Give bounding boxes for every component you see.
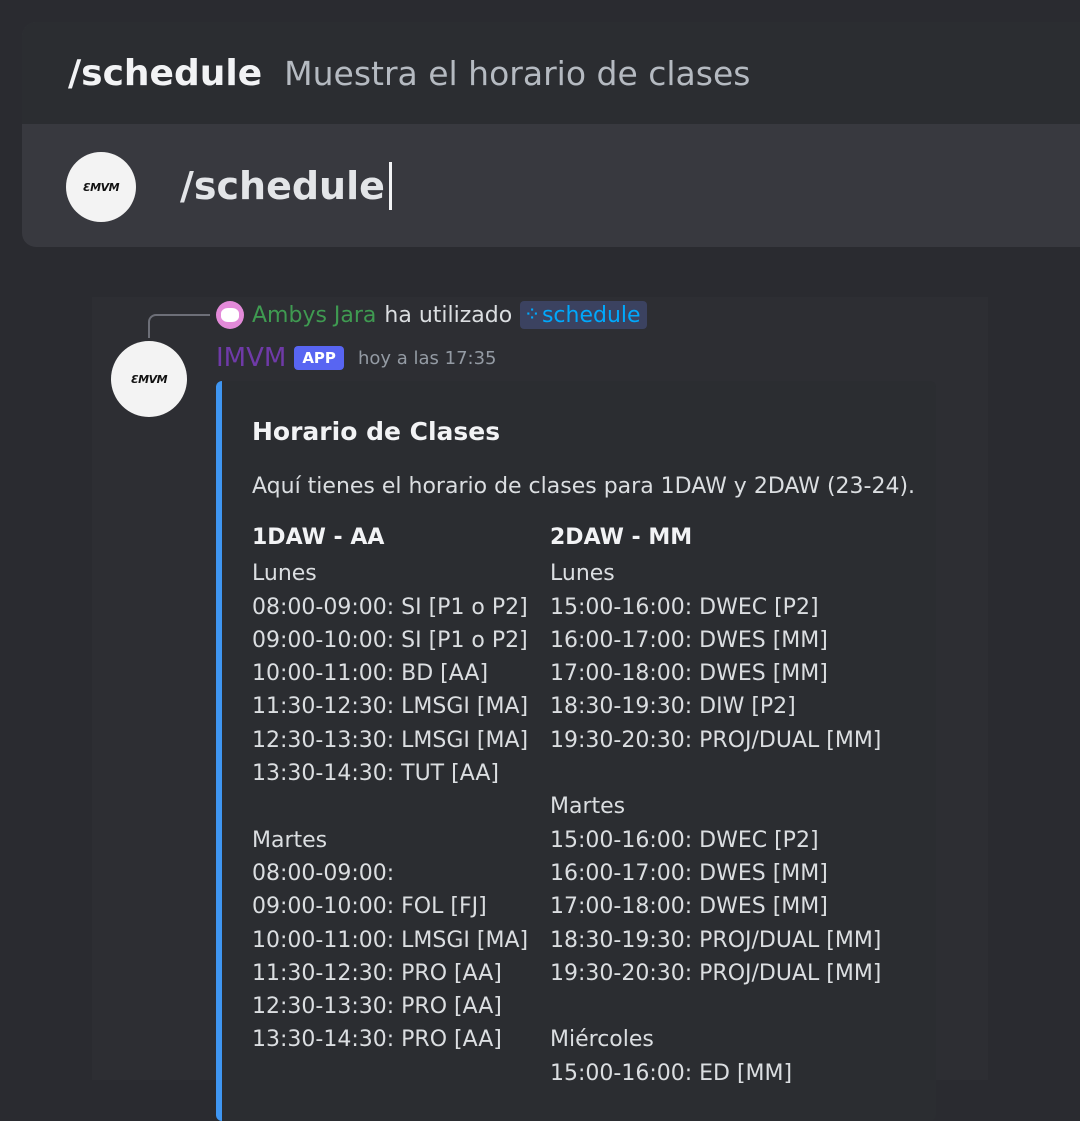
schedule-line: 13:30-14:30: TUT [AA] [252,761,499,787]
schedule-line: 09:00-10:00: FOL [FJ] [252,894,487,920]
schedule-line [550,757,881,790]
bot-logo: ƐMVM [130,372,168,386]
command-name: /schedule [68,52,263,94]
message-input-value: /schedule [180,164,385,208]
schedule-line: Martes [252,827,328,853]
schedule-line: Miércoles [550,1027,654,1053]
reply-verb: ha utilizado [384,302,513,328]
schedule-line: Martes [550,794,626,820]
field-name: 1DAW - AA [252,525,385,550]
message-input[interactable]: /schedule [180,162,392,210]
embed-title: Horario de Clases [252,417,501,446]
app-badge: APP [294,346,344,370]
schedule-line: 12:30-13:30: LMSGI [MA] [252,727,529,753]
schedule-line: Lunes [550,561,615,587]
schedule-line: 10:00-11:00: BD [AA] [252,661,489,687]
schedule-line: 18:30-19:30: DIW [P2] [550,694,796,720]
schedule-line: 13:30-14:30: PRO [AA] [252,1027,502,1053]
schedule-line: 15:00-16:00: DWEC [P2] [550,827,819,853]
command-mention-label: schedule [541,302,641,328]
message-header: IMVM APP hoy a las 17:35 [216,341,497,375]
reply-username[interactable]: Ambys Jara [252,303,376,328]
message-input-row: ƐMVM /schedule [22,124,1080,247]
command-suggestion[interactable]: /schedule Muestra el horario de clases [22,22,1080,124]
reply-connector [148,314,210,338]
schedule-line: 19:30-20:30: PROJ/DUAL [MM] [550,960,882,986]
schedule-line: 19:30-20:30: PROJ/DUAL [MM] [550,727,882,753]
schedule-line: 12:30-13:30: PRO [AA] [252,994,502,1020]
embed-description: Aquí tienes el horario de clases para 1D… [252,474,916,499]
bot-avatar[interactable]: ƐMVM [111,341,187,417]
schedule-line: 18:30-19:30: PROJ/DUAL [MM] [550,927,882,953]
field-name: 2DAW - MM [550,525,693,550]
schedule-line: 10:00-11:00: LMSGI [MA] [252,927,529,953]
command-description: Muestra el horario de clases [284,53,751,93]
schedule-line [550,990,881,1023]
schedule-line: 11:30-12:30: LMSGI [MA] [252,694,529,720]
schedule-line: 15:00-16:00: ED [MM] [550,1060,793,1086]
schedule-line: 17:00-18:00: DWES [MM] [550,894,828,920]
schedule-line: Lunes [252,561,317,587]
slash-command-icon: ⁘ [526,307,538,323]
schedule-line: 15:00-16:00: DWEC [P2] [550,594,819,620]
text-caret [388,162,392,210]
schedule-line: 17:00-18:00: DWES [MM] [550,661,828,687]
schedule-line: 08:00-09:00: SI [P1 o P2] [252,594,528,620]
schedule-line: 11:30-12:30: PRO [AA] [252,960,502,986]
schedule-embed: Horario de Clases Aquí tienes el horario… [216,381,936,1121]
command-panel: /schedule Muestra el horario de clases Ɛ… [22,22,1080,247]
field-2daw: 2DAW - MM Lunes 15:00-16:00: DWEC [P2] 1… [550,521,881,1090]
schedule-line: 16:00-17:00: DWES [MM] [550,860,828,886]
schedule-line: 16:00-17:00: DWES [MM] [550,627,828,653]
command-mention[interactable]: ⁘ schedule [520,301,647,329]
user-avatar[interactable] [216,301,244,329]
schedule-line [252,790,528,823]
app-avatar: ƐMVM [66,152,136,222]
command-usage-reply: Ambys Jara ha utilizado ⁘ schedule [216,300,647,330]
app-logo: ƐMVM [82,180,120,194]
field-1daw: 1DAW - AA Lunes 08:00-09:00: SI [P1 o P2… [252,521,528,1057]
author-name[interactable]: IMVM [216,343,286,373]
schedule-line: 09:00-10:00: SI [P1 o P2] [252,627,528,653]
message-timestamp: hoy a las 17:35 [357,347,497,369]
schedule-line: 08:00-09:00: [252,860,395,886]
